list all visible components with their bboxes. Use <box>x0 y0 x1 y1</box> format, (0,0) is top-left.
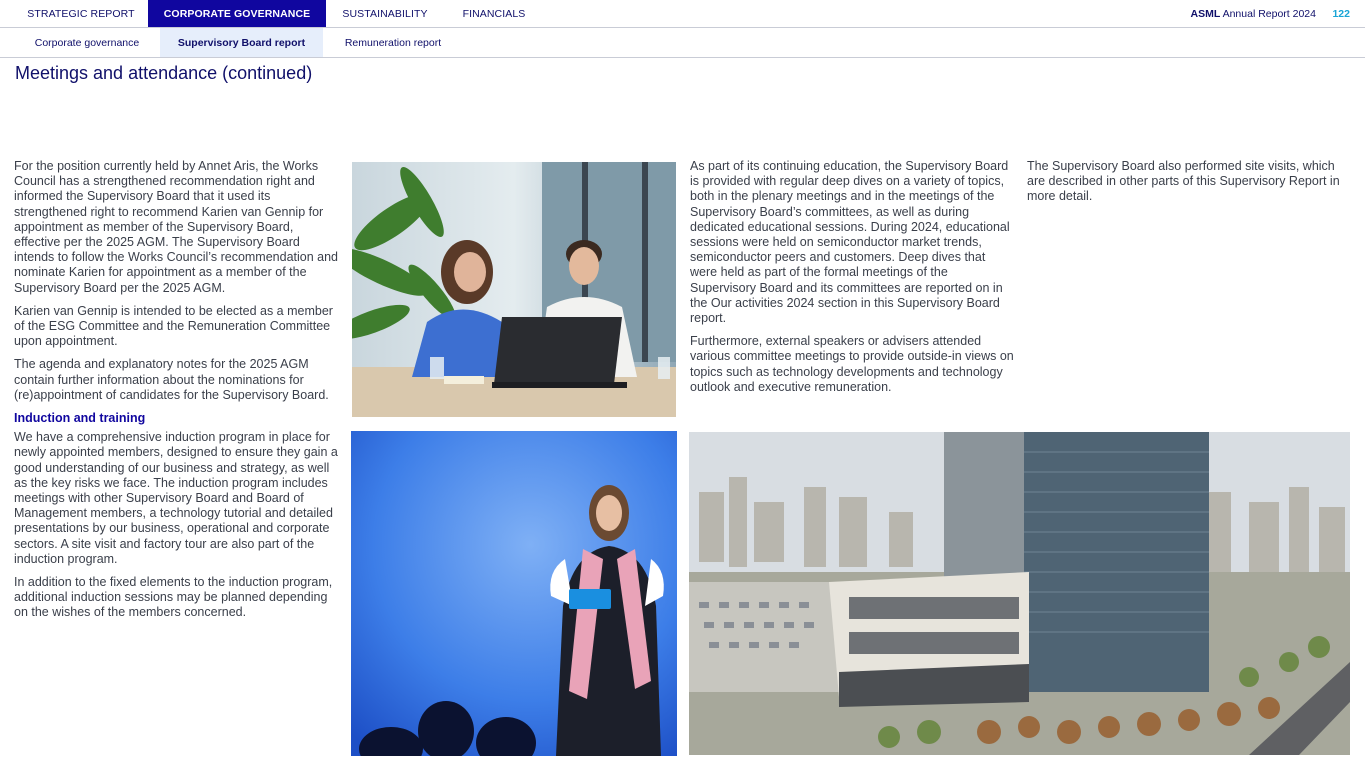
text-column-right: The Supervisory Board also performed sit… <box>1027 159 1352 213</box>
brand-name: ASML <box>1190 8 1221 20</box>
paragraph-esg-committee: Karien van Gennip is intended to be elec… <box>14 303 333 349</box>
paragraph-agm-agenda: The agenda and explanatory notes for the… <box>14 357 329 402</box>
tab-financials[interactable]: FINANCIALS <box>444 0 544 27</box>
subtab-supervisory-board-report[interactable]: Supervisory Board report <box>160 28 323 57</box>
paragraph-external-speakers: Furthermore, external speakers or advise… <box>690 334 1014 394</box>
page-title: Meetings and attendance (continued) <box>15 63 313 83</box>
tab-strategic-report[interactable]: STRATEGIC REPORT <box>14 0 148 27</box>
photo-speaker-on-stage <box>351 431 677 756</box>
subtab-corporate-governance[interactable]: Corporate governance <box>14 28 160 57</box>
sub-navigation: Corporate governance Supervisory Board r… <box>0 28 1365 58</box>
page-number: 122 <box>1332 8 1350 20</box>
paragraph-additional-sessions: In addition to the fixed elements to the… <box>14 575 333 620</box>
tab-sustainability[interactable]: SUSTAINABILITY <box>326 0 444 27</box>
paragraph-site-visits: The Supervisory Board also performed sit… <box>1027 159 1340 204</box>
photo-office-meeting <box>352 162 676 417</box>
paragraph-induction-program: We have a comprehensive induction progra… <box>14 430 338 566</box>
heading-induction-training: Induction and training <box>14 411 146 426</box>
top-navigation: STRATEGIC REPORT CORPORATE GOVERNANCE SU… <box>0 0 1365 28</box>
tab-corporate-governance[interactable]: CORPORATE GOVERNANCE <box>148 0 326 27</box>
text-column-left: For the position currently held by Annet… <box>14 159 338 629</box>
subtab-remuneration-report[interactable]: Remuneration report <box>323 28 463 57</box>
report-brand[interactable]: ASML Annual Report 2024 <box>1191 0 1317 27</box>
paragraph-continuing-education: As part of its continuing education, the… <box>690 159 1010 326</box>
text-column-middle: As part of its continuing education, the… <box>690 159 1015 403</box>
paragraph-works-council: For the position currently held by Annet… <box>14 159 339 295</box>
photo-office-building <box>689 432 1350 755</box>
brand-report-title: Annual Report 2024 <box>1220 8 1316 20</box>
